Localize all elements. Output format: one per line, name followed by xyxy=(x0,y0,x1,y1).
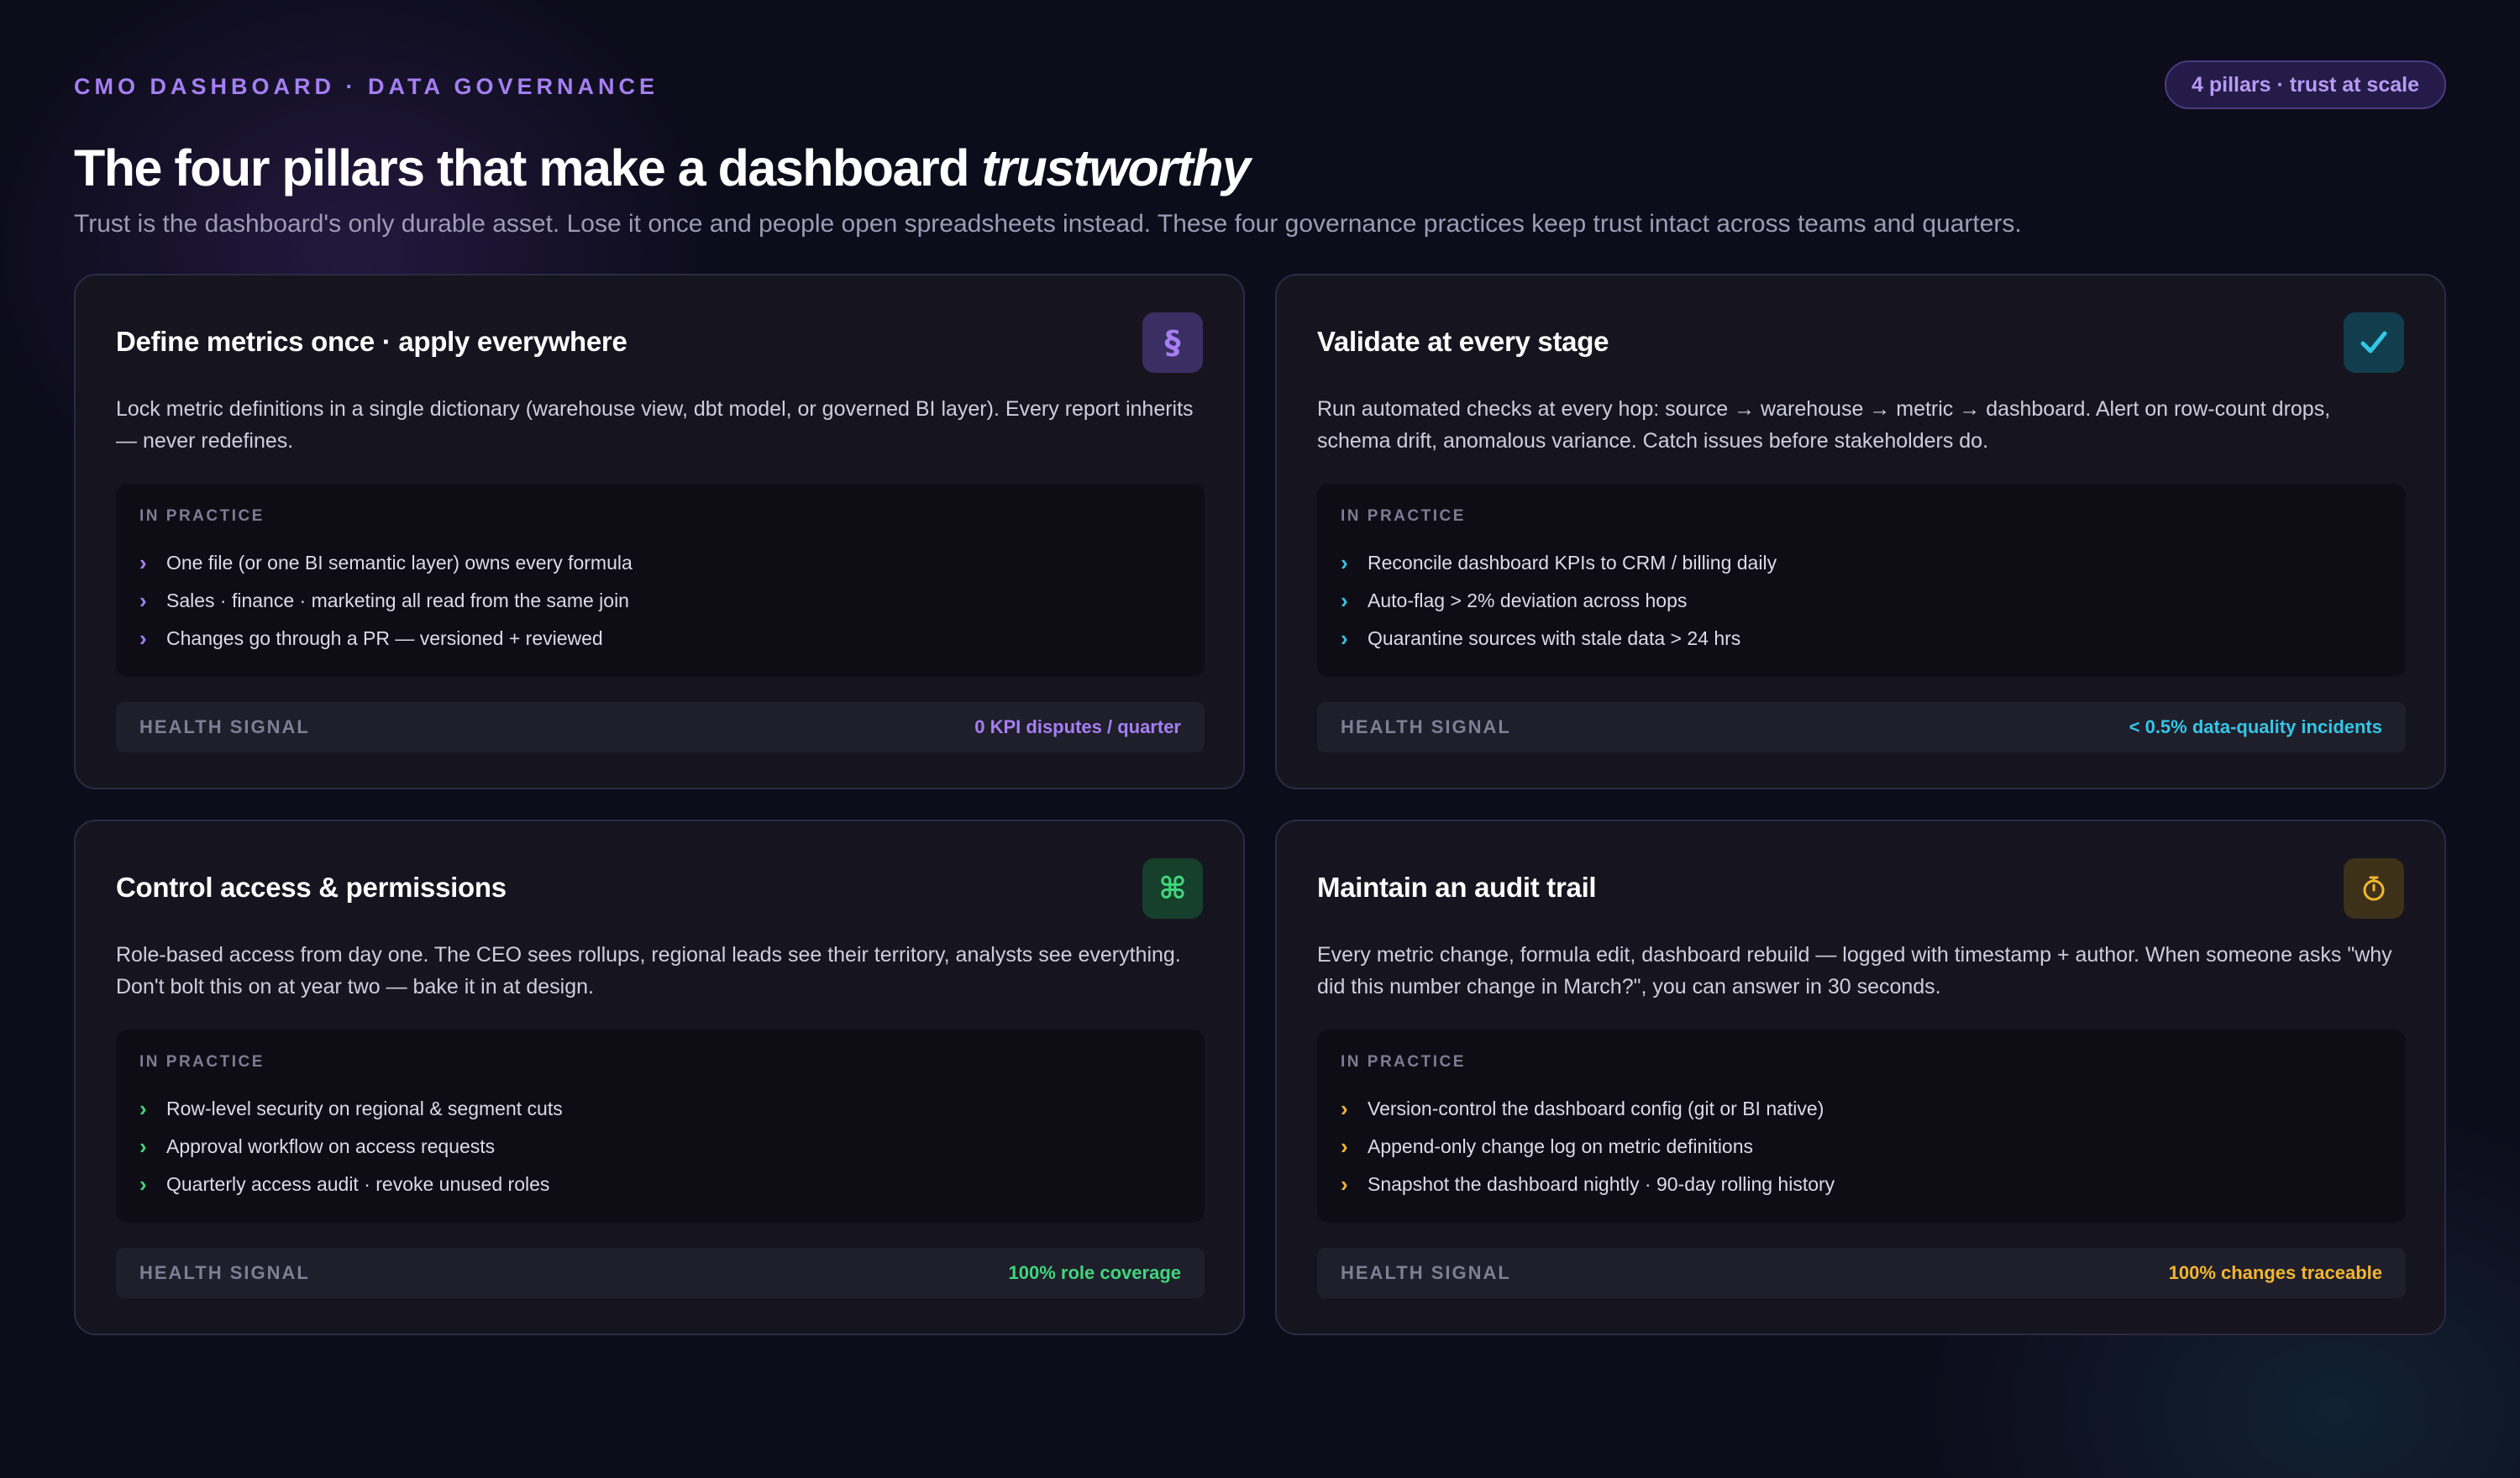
health-signal-value: < 0.5% data-quality incidents xyxy=(2129,716,2382,737)
health-signal-bar: HEALTH SIGNAL < 0.5% data-quality incide… xyxy=(1317,702,2406,752)
list-item: › Sales · finance · marketing all read fr… xyxy=(139,582,633,620)
list-item: › Quarterly access audit · revoke unused … xyxy=(139,1166,563,1203)
health-signal-value: 0 KPI disputes / quarter xyxy=(974,716,1181,737)
pillar-title: Validate at every stage xyxy=(1317,326,1609,357)
in-practice-label: IN PRACTICE xyxy=(139,507,265,525)
pillar-title: Define metrics once · apply everywhere xyxy=(116,326,627,357)
top-bar: CMO DASHBOARD · DATA GOVERNANCE 4 pillar… xyxy=(74,59,2446,109)
health-signal-label: HEALTH SIGNAL xyxy=(139,1262,310,1283)
page-title: The four pillars that make a dashboard t… xyxy=(74,134,2446,202)
practice-list: › Reconcile dashboard KPIs to CRM / billi… xyxy=(1341,544,1777,658)
chevron-right-icon: › xyxy=(139,1096,147,1121)
chevron-right-icon: › xyxy=(139,1134,147,1159)
health-signal-bar: HEALTH SIGNAL 100% role coverage xyxy=(116,1248,1205,1298)
in-practice-label: IN PRACTICE xyxy=(1341,1053,1466,1071)
chevron-right-icon: › xyxy=(1341,550,1348,575)
in-practice-label: IN PRACTICE xyxy=(1341,507,1466,525)
list-item: › Changes go through a PR — versioned + r… xyxy=(139,620,633,658)
command-key-icon: ⌘ xyxy=(1142,858,1203,919)
pillar-card-audit-trail: Maintain an audit trail Every metric cha… xyxy=(1275,820,2446,1335)
chevron-right-icon: › xyxy=(1341,1171,1348,1197)
pillar-title: Control access & permissions xyxy=(116,872,507,903)
chevron-right-icon: › xyxy=(139,550,147,575)
in-practice-panel: IN PRACTICE › Version-control the dashboa… xyxy=(1317,1030,2406,1223)
section-sign-icon: § xyxy=(1142,312,1203,373)
chevron-right-icon: › xyxy=(1341,626,1348,651)
list-item: › Row-level security on regional & segmen… xyxy=(139,1090,563,1128)
pillar-title: Maintain an audit trail xyxy=(1317,872,1597,903)
health-signal-bar: HEALTH SIGNAL 0 KPI disputes / quarter xyxy=(116,702,1205,752)
pillar-description: Role-based access from day one. The CEO … xyxy=(116,943,1181,998)
health-signal-value: 100% changes traceable xyxy=(2168,1262,2382,1283)
title-main: The four pillars that make a dashboard xyxy=(74,139,982,197)
pillar-card-access-control: Control access & permissions ⌘ Role-base… xyxy=(74,820,1245,1335)
health-signal-label: HEALTH SIGNAL xyxy=(139,716,310,737)
in-practice-panel: IN PRACTICE › One file (or one BI semanti… xyxy=(116,484,1205,677)
practice-list: › One file (or one BI semantic layer) own… xyxy=(139,544,633,658)
health-signal-value: 100% role coverage xyxy=(1008,1262,1181,1283)
list-item: › Snapshot the dashboard nightly · 90-day… xyxy=(1341,1166,1835,1203)
list-item: › Version-control the dashboard config (g… xyxy=(1341,1090,1835,1128)
chevron-right-icon: › xyxy=(1341,588,1348,613)
chevron-right-icon: › xyxy=(139,1171,147,1197)
title-emphasis: trustworthy xyxy=(981,139,1251,197)
list-item: › Quarantine sources with stale data > 24… xyxy=(1341,620,1777,658)
health-signal-label: HEALTH SIGNAL xyxy=(1341,716,1511,737)
list-item: › Approval workflow on access requests xyxy=(139,1128,563,1166)
pillar-description: Every metric change, formula edit, dashb… xyxy=(1317,943,2392,998)
chevron-right-icon: › xyxy=(1341,1096,1348,1121)
chevron-right-icon: › xyxy=(1341,1134,1348,1159)
list-item: › Reconcile dashboard KPIs to CRM / billi… xyxy=(1341,544,1777,582)
stopwatch-icon xyxy=(2344,858,2404,919)
pillar-card-define-metrics: Define metrics once · apply everywhere §… xyxy=(74,274,1245,789)
pillar-description: Lock metric definitions in a single dict… xyxy=(116,397,1194,453)
list-item: › One file (or one BI semantic layer) own… xyxy=(139,544,633,582)
page-subtitle: Trust is the dashboard's only durable as… xyxy=(74,210,2022,238)
in-practice-panel: IN PRACTICE › Row-level security on regio… xyxy=(116,1030,1205,1223)
chevron-right-icon: › xyxy=(139,626,147,651)
health-signal-label: HEALTH SIGNAL xyxy=(1341,1262,1511,1283)
list-item: › Auto-flag > 2% deviation across hops xyxy=(1341,582,1777,620)
list-item: › Append-only change log on metric defini… xyxy=(1341,1128,1835,1166)
in-practice-label: IN PRACTICE xyxy=(139,1053,265,1071)
health-signal-bar: HEALTH SIGNAL 100% changes traceable xyxy=(1317,1248,2406,1298)
pillars-pill: 4 pillars · trust at scale xyxy=(2165,60,2446,109)
checkmark-icon xyxy=(2344,312,2404,373)
governance-page: CMO DASHBOARD · DATA GOVERNANCE 4 pillar… xyxy=(74,59,2446,1335)
pillar-description: Run automated checks at every hop: sourc… xyxy=(1317,397,2331,453)
practice-list: › Row-level security on regional & segmen… xyxy=(139,1090,563,1203)
pillar-card-validate: Validate at every stage Run automated ch… xyxy=(1275,274,2446,789)
in-practice-panel: IN PRACTICE › Reconcile dashboard KPIs to… xyxy=(1317,484,2406,677)
eyebrow-label: CMO DASHBOARD · DATA GOVERNANCE xyxy=(74,74,659,99)
chevron-right-icon: › xyxy=(139,588,147,613)
practice-list: › Version-control the dashboard config (g… xyxy=(1341,1090,1835,1203)
